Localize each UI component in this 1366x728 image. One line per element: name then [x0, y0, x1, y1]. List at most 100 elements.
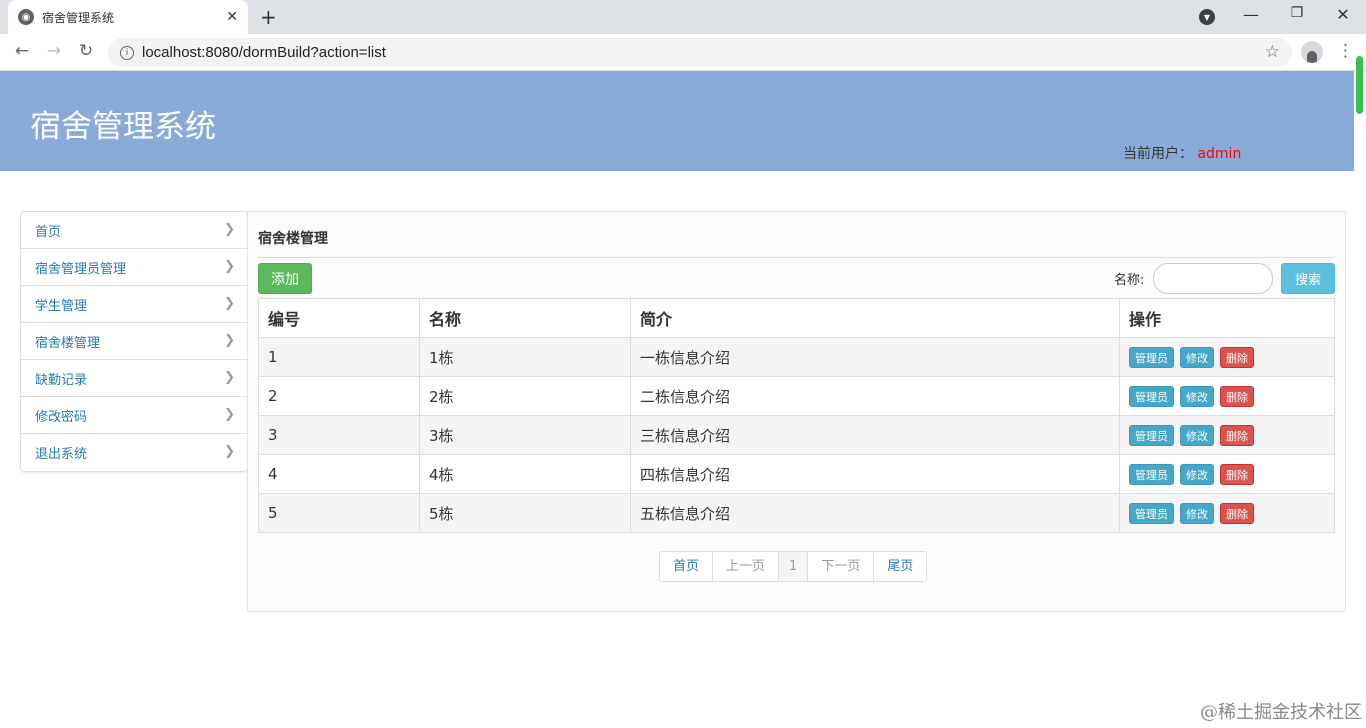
sidebar-item-dorm-building[interactable]: 宿舍楼管理 ❯	[21, 323, 247, 360]
sidebar-item-label: 缺勤记录	[35, 372, 88, 388]
table-row: 4 4栋 四栋信息介绍 管理员 修改 删除	[258, 454, 1335, 494]
delete-button[interactable]: 删除	[1220, 346, 1254, 368]
sidebar-item-absence[interactable]: 缺勤记录 ❯	[21, 360, 247, 397]
delete-button[interactable]: 删除	[1220, 385, 1254, 407]
minimize-icon[interactable]: —	[1236, 5, 1266, 24]
table-row: 5 5栋 五栋信息介绍 管理员 修改 删除	[258, 493, 1335, 533]
chevron-right-icon: ❯	[224, 370, 235, 385]
app-title: 宿舍管理系统	[30, 109, 216, 145]
sidebar: 首页 ❯ 宿舍管理员管理 ❯ 学生管理 ❯ 宿舍楼管理 ❯ 缺勤记录 ❯ 修改密码 ❯ 退出…	[20, 211, 248, 472]
sidebar-item-logout[interactable]: 退出系统 ❯	[21, 434, 247, 471]
new-tab-icon[interactable]: +	[260, 5, 277, 29]
cell-name: 5栋	[419, 493, 631, 533]
browser-tab-bar: ◉ 宿舍管理系统 ✕ + ▼ — ❐ ✕	[0, 0, 1366, 34]
table-row: 3 3栋 三栋信息介绍 管理员 修改 删除	[258, 415, 1335, 455]
search-label: 名称:	[1114, 273, 1145, 288]
manager-button[interactable]: 管理员	[1129, 346, 1174, 368]
sidebar-item-label: 宿舍楼管理	[35, 335, 101, 351]
cell-actions: 管理员 修改 删除	[1119, 454, 1335, 494]
cell-desc: 二栋信息介绍	[630, 376, 1120, 416]
reload-icon[interactable]: ↻	[74, 41, 98, 61]
column-header-desc: 简介	[630, 298, 1120, 338]
restore-icon[interactable]: ❐	[1282, 5, 1312, 21]
manager-button[interactable]: 管理员	[1129, 502, 1174, 524]
tab-title: 宿舍管理系统	[42, 10, 115, 25]
tab-search-icon[interactable]: ▼	[1199, 9, 1215, 25]
search-input[interactable]	[1153, 263, 1273, 294]
search-button[interactable]: 搜索	[1281, 263, 1335, 294]
sidebar-item-label: 退出系统	[35, 447, 88, 462]
cell-id: 1	[258, 337, 420, 377]
main-panel: 宿舍楼管理 添加 名称: 搜索 编号 名称 简介 操作 1 1栋 一栋信息介绍 …	[247, 211, 1346, 612]
chevron-right-icon: ❯	[224, 444, 235, 459]
pagination: 首页 上一页 1 下一页 尾页	[659, 551, 928, 582]
table-row: 1 1栋 一栋信息介绍 管理员 修改 删除	[258, 337, 1335, 377]
edit-button[interactable]: 修改	[1180, 463, 1214, 485]
pagination-prev[interactable]: 上一页	[713, 552, 780, 581]
column-header-actions: 操作	[1119, 298, 1335, 338]
cell-id: 3	[258, 415, 420, 455]
delete-button[interactable]: 删除	[1220, 502, 1254, 524]
address-bar[interactable]: i localhost:8080/dormBuild?action=list ☆	[108, 38, 1292, 67]
site-info-icon[interactable]: i	[120, 45, 134, 60]
column-header-id: 编号	[258, 298, 420, 338]
delete-button[interactable]: 删除	[1220, 463, 1254, 485]
cell-actions: 管理员 修改 删除	[1119, 415, 1335, 455]
url-text[interactable]: localhost:8080/dormBuild?action=list	[142, 44, 386, 61]
cell-actions: 管理员 修改 删除	[1119, 337, 1335, 377]
table-row: 2 2栋 二栋信息介绍 管理员 修改 删除	[258, 376, 1335, 416]
star-icon[interactable]: ☆	[1265, 42, 1280, 62]
forward-icon[interactable]: →	[42, 41, 66, 61]
sidebar-item-label: 宿舍管理员管理	[35, 261, 127, 277]
edit-button[interactable]: 修改	[1180, 385, 1214, 407]
edit-button[interactable]: 修改	[1180, 502, 1214, 524]
back-icon[interactable]: ←	[10, 41, 34, 61]
browser-tab[interactable]: ◉ 宿舍管理系统 ✕	[8, 0, 248, 34]
sidebar-item-label: 学生管理	[35, 298, 88, 314]
divider	[258, 257, 1335, 258]
sidebar-item-dorm-manager[interactable]: 宿舍管理员管理 ❯	[21, 249, 247, 286]
dorm-building-table: 编号 名称 简介 操作 1 1栋 一栋信息介绍 管理员 修改 删除 2 2栋 二栋信…	[258, 298, 1335, 533]
chevron-right-icon: ❯	[224, 222, 235, 237]
cell-actions: 管理员 修改 删除	[1119, 376, 1335, 416]
close-window-icon[interactable]: ✕	[1328, 5, 1358, 24]
sidebar-item-home[interactable]: 首页 ❯	[21, 212, 247, 249]
delete-button[interactable]: 删除	[1220, 424, 1254, 446]
menu-icon[interactable]: ⋮	[1337, 41, 1354, 61]
manager-button[interactable]: 管理员	[1129, 463, 1174, 485]
current-user: 当前用户： admin	[1123, 143, 1241, 163]
cell-id: 5	[258, 493, 420, 533]
account-icon[interactable]	[1301, 41, 1323, 63]
cell-desc: 三栋信息介绍	[630, 415, 1120, 455]
cell-desc: 四栋信息介绍	[630, 454, 1120, 494]
manager-button[interactable]: 管理员	[1129, 385, 1174, 407]
edit-button[interactable]: 修改	[1180, 424, 1214, 446]
cell-desc: 一栋信息介绍	[630, 337, 1120, 377]
page-title: 宿舍楼管理	[258, 231, 328, 247]
user-label: 当前用户：	[1123, 146, 1193, 162]
column-header-name: 名称	[419, 298, 631, 338]
edit-button[interactable]: 修改	[1180, 346, 1214, 368]
cell-name: 2栋	[419, 376, 631, 416]
pagination-last[interactable]: 尾页	[874, 552, 926, 581]
pagination-first[interactable]: 首页	[660, 552, 714, 581]
pagination-current[interactable]: 1	[779, 552, 809, 581]
watermark: @稀土掘金技术社区	[1200, 702, 1362, 723]
manager-button[interactable]: 管理员	[1129, 424, 1174, 446]
app-header: 宿舍管理系统 当前用户： admin	[0, 71, 1354, 171]
add-button[interactable]: 添加	[258, 263, 312, 294]
sidebar-item-label: 首页	[35, 224, 62, 240]
cell-desc: 五栋信息介绍	[630, 493, 1120, 533]
cell-actions: 管理员 修改 删除	[1119, 493, 1335, 533]
cell-id: 2	[258, 376, 420, 416]
favicon-globe-icon: ◉	[18, 9, 34, 25]
sidebar-item-students[interactable]: 学生管理 ❯	[21, 286, 247, 323]
chevron-right-icon: ❯	[224, 333, 235, 348]
scrollbar-thumb[interactable]	[1356, 56, 1363, 114]
close-icon[interactable]: ✕	[226, 9, 238, 25]
sidebar-item-password[interactable]: 修改密码 ❯	[21, 397, 247, 434]
cell-name: 3栋	[419, 415, 631, 455]
cell-name: 4栋	[419, 454, 631, 494]
cell-id: 4	[258, 454, 420, 494]
pagination-next[interactable]: 下一页	[808, 552, 875, 581]
